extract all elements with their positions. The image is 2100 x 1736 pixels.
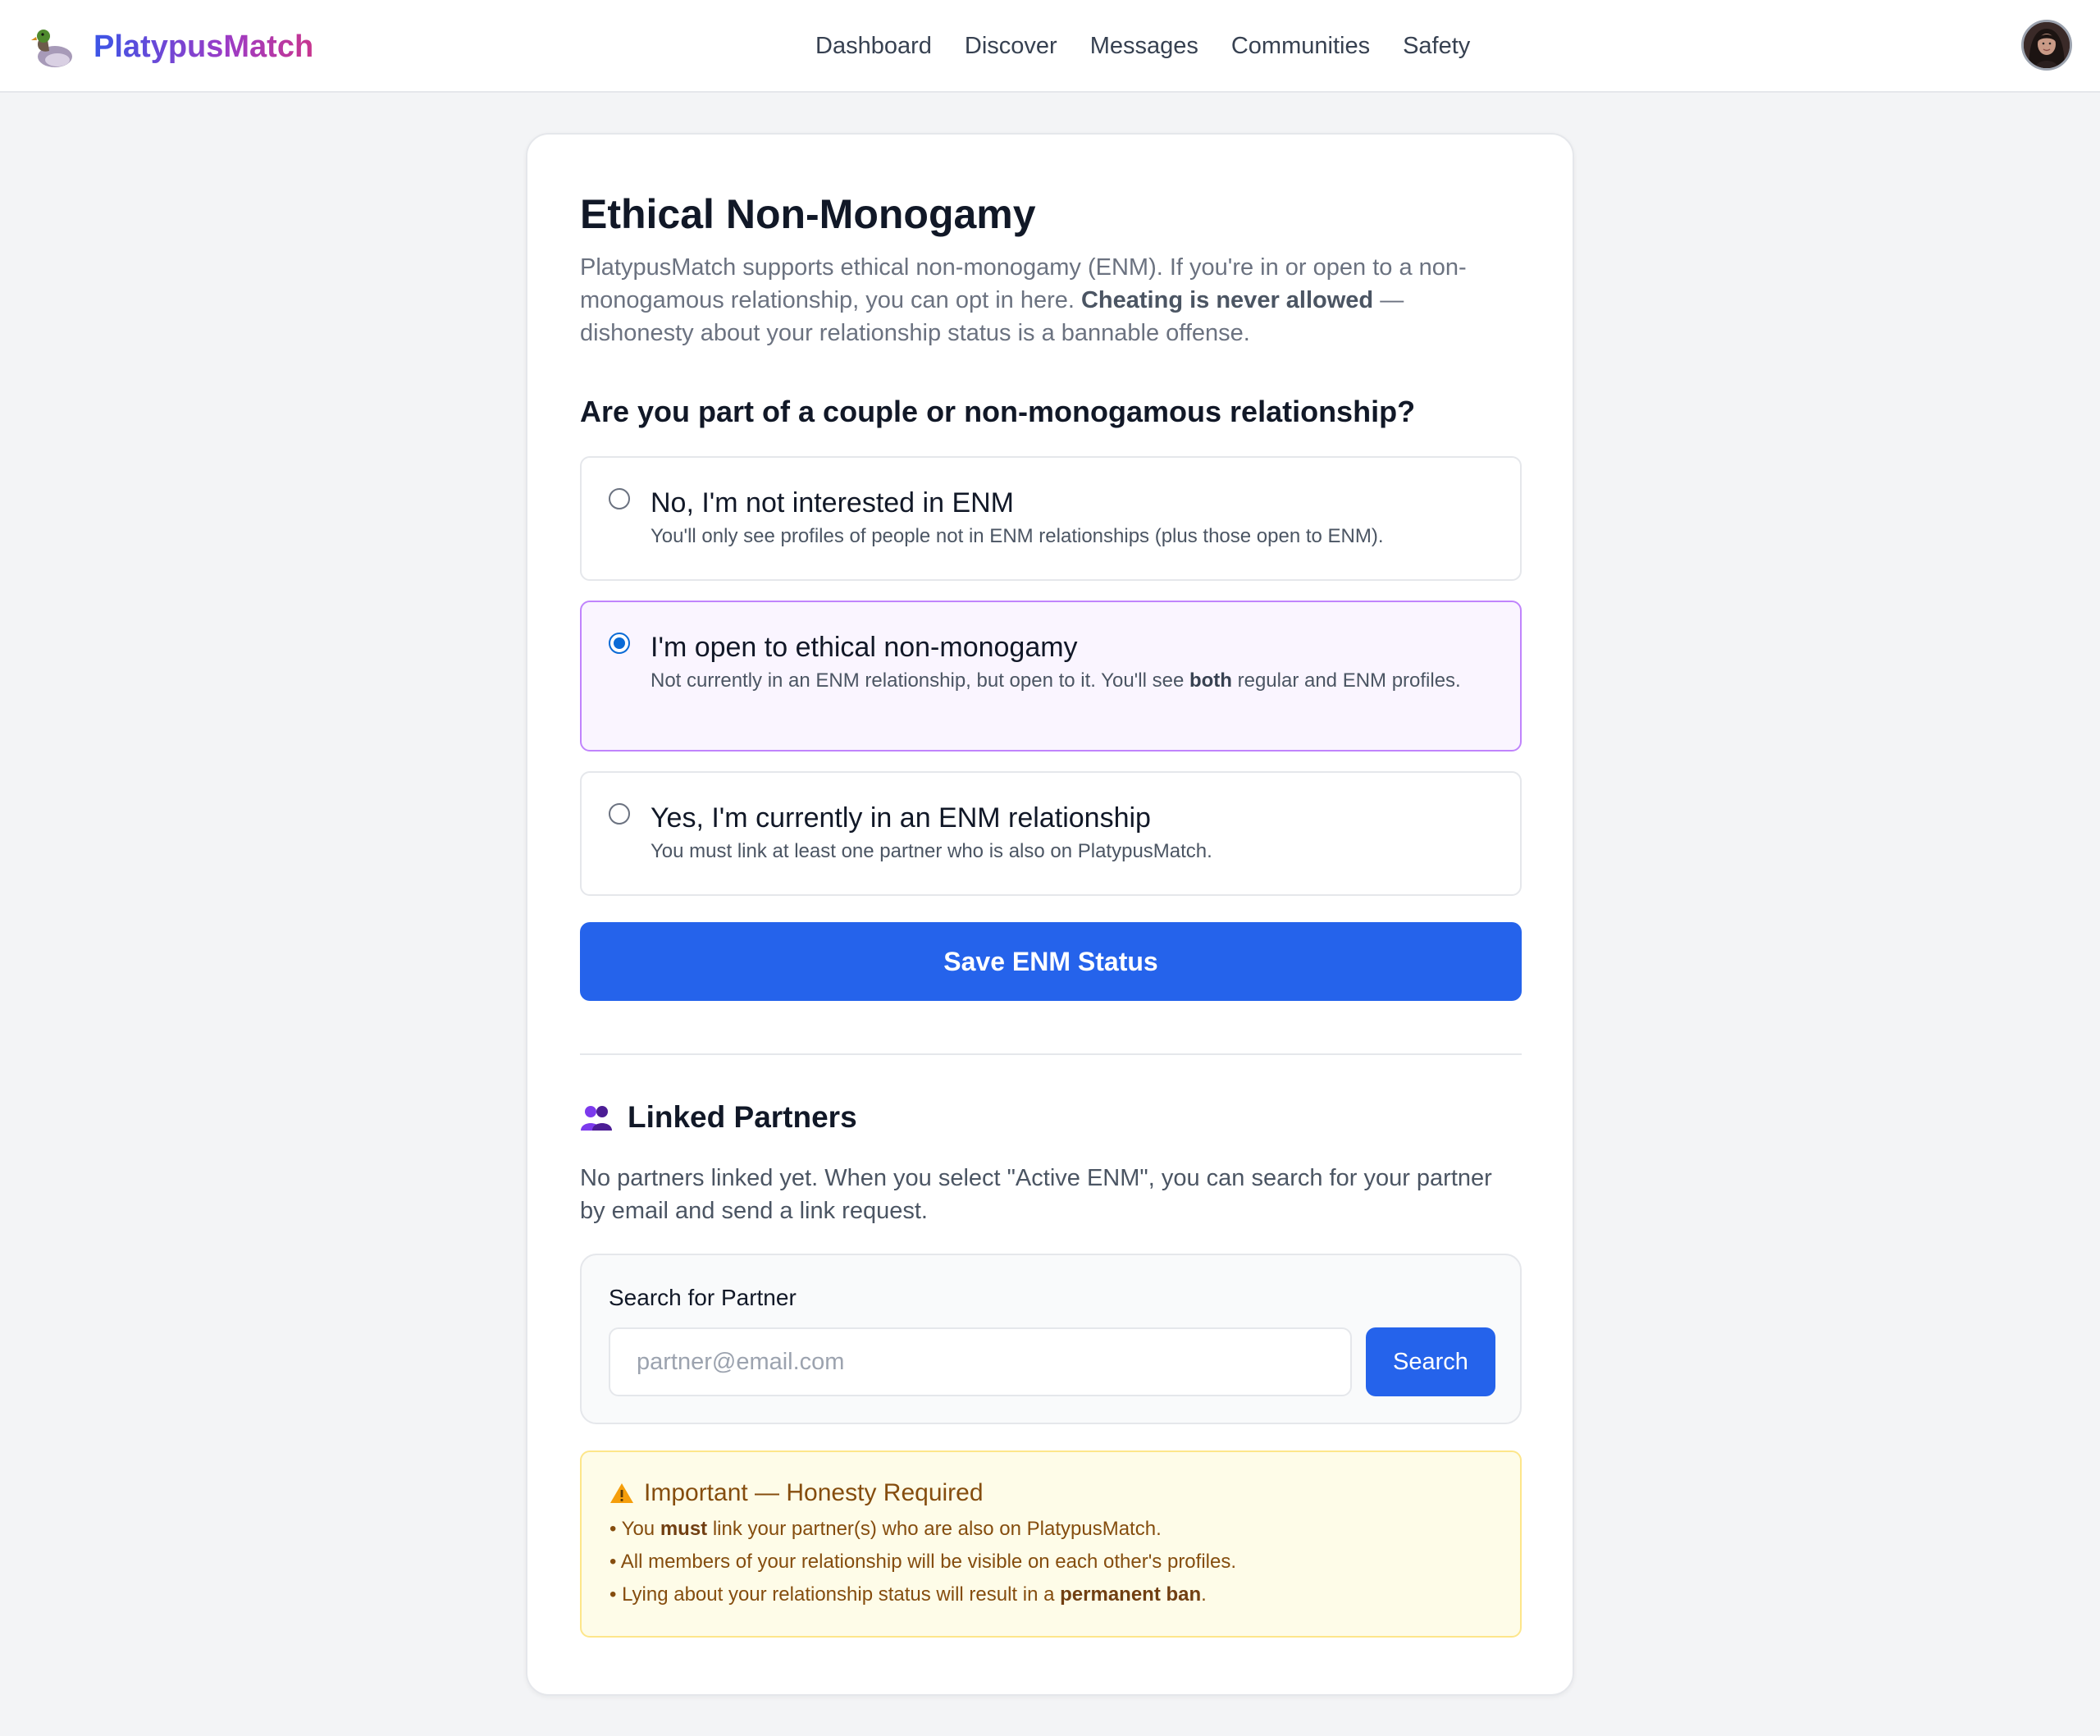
warning-list: • You must link your partner(s) who are …: [609, 1513, 1492, 1611]
save-enm-status-button[interactable]: Save ENM Status: [580, 922, 1522, 1001]
brand-name: PlatypusMatch: [94, 29, 314, 64]
avatar-photo-icon: [2024, 22, 2070, 68]
section-divider: [580, 1053, 1522, 1055]
option-description-text: Not currently in an ENM relationship, bu…: [651, 669, 1189, 692]
platypus-logo-icon: [31, 30, 72, 67]
option-open-to-enm[interactable]: I'm open to ethical non-monogamy Not cur…: [580, 601, 1522, 752]
partner-search-panel: Search for Partner Search: [580, 1254, 1522, 1424]
option-description-text: regular and ENM profiles.: [1231, 669, 1461, 692]
warning-triangle-icon: [610, 1483, 633, 1503]
intro-emphasis: Cheating is never allowed: [1080, 287, 1374, 313]
warning-item-emphasis: permanent ban: [1060, 1583, 1202, 1606]
radio-not-interested[interactable]: [609, 488, 630, 509]
linked-partners-title: Linked Partners: [628, 1100, 857, 1134]
warning-item-text: • Lying about your relationship status w…: [609, 1583, 1061, 1606]
option-active-enm[interactable]: Yes, I'm currently in an ENM relationshi…: [580, 771, 1522, 896]
radio-active-enm[interactable]: [609, 803, 630, 825]
option-title: Yes, I'm currently in an ENM relationshi…: [651, 802, 1151, 834]
no-partners-text: No partners linked yet. When you select …: [580, 1165, 1492, 1224]
search-button[interactable]: Search: [1366, 1327, 1495, 1396]
option-description-emphasis: both: [1189, 669, 1232, 692]
nav-communities[interactable]: Communities: [1231, 33, 1370, 60]
partner-email-input[interactable]: [609, 1327, 1352, 1396]
warning-item: • You must link your partner(s) who are …: [609, 1513, 1492, 1546]
search-label: Search for Partner: [609, 1285, 797, 1310]
honesty-warning: Important — Honesty Required • You must …: [580, 1450, 1522, 1638]
option-description: You'll only see profiles of people not i…: [651, 523, 1487, 550]
warning-item-text: .: [1201, 1583, 1207, 1606]
main-nav: Dashboard Discover Messages Communities …: [815, 0, 1503, 93]
option-description: You must link at least one partner who i…: [651, 838, 1487, 865]
warning-item: • All members of your relationship will …: [609, 1546, 1492, 1578]
option-description: Not currently in an ENM relationship, bu…: [651, 668, 1487, 694]
intro-text: PlatypusMatch supports ethical non-monog…: [580, 251, 1522, 349]
nav-messages[interactable]: Messages: [1090, 33, 1198, 60]
option-title: No, I'm not interested in ENM: [651, 487, 1014, 519]
option-not-interested[interactable]: No, I'm not interested in ENM You'll onl…: [580, 456, 1522, 581]
warning-header: Important — Honesty Required: [609, 1477, 1492, 1510]
nav-safety[interactable]: Safety: [1403, 33, 1470, 60]
option-description-text: You'll only see profiles of people not i…: [651, 525, 1384, 547]
warning-title: Important — Honesty Required: [644, 1479, 984, 1506]
brand[interactable]: PlatypusMatch: [30, 21, 313, 72]
warning-item-emphasis: must: [660, 1518, 708, 1540]
warning-item-text: link your partner(s) who are also on Pla…: [707, 1518, 1162, 1540]
page-title: Ethical Non-Monogamy: [580, 191, 1036, 237]
top-navigation-bar: PlatypusMatch Dashboard Discover Message…: [0, 0, 2100, 93]
warning-item: • Lying about your relationship status w…: [609, 1578, 1492, 1611]
relationship-question: Are you part of a couple or non-monogamo…: [580, 395, 1416, 428]
radio-open-to-enm[interactable]: [609, 633, 630, 654]
nav-discover[interactable]: Discover: [965, 33, 1057, 60]
warning-item-text: • All members of your relationship will …: [609, 1551, 1237, 1573]
user-avatar[interactable]: [2021, 20, 2072, 71]
two-people-icon: [581, 1106, 612, 1131]
option-title: I'm open to ethical non-monogamy: [651, 632, 1078, 663]
option-description-text: You must link at least one partner who i…: [651, 840, 1212, 862]
linked-partners-header: Linked Partners: [580, 1098, 1522, 1137]
enm-settings-card: Ethical Non-Monogamy PlatypusMatch suppo…: [526, 133, 1574, 1696]
warning-item-text: • You: [609, 1518, 660, 1540]
nav-dashboard[interactable]: Dashboard: [815, 33, 932, 60]
